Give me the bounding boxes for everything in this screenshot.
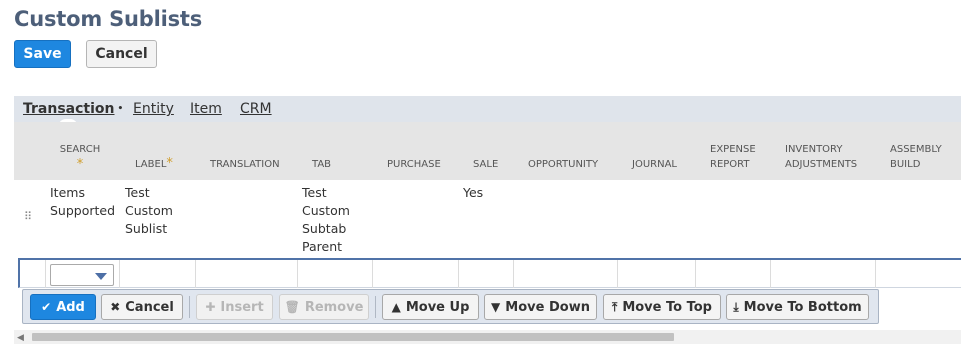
check-icon: ✔ (41, 300, 52, 314)
column-header-assembly-build[interactable]: ASSEMBLY BUILD (890, 142, 950, 172)
add-button[interactable]: ✔ Add (30, 294, 96, 320)
edit-row[interactable] (18, 258, 961, 288)
trash-icon: 🗑 (284, 300, 300, 314)
column-header-opportunity[interactable]: OPPORTUNITY (528, 157, 598, 172)
remove-button[interactable]: 🗑 Remove (279, 294, 369, 320)
x-icon: ✖ (110, 300, 121, 314)
tab-crm[interactable]: CRM (240, 101, 272, 117)
search-select[interactable] (50, 264, 114, 286)
move-to-top-button[interactable]: ⤒ Move To Top (603, 294, 721, 320)
column-header-search[interactable]: SEARCH * (59, 142, 101, 172)
drag-handle-icon[interactable]: ⠿ (24, 212, 32, 223)
sublist-tab-bar: Transaction • Entity Item CRM (14, 96, 961, 122)
move-to-bottom-button[interactable]: ⤓ Move To Bottom (726, 294, 869, 320)
column-header-purchase[interactable]: PURCHASE (387, 157, 441, 172)
column-header-translation[interactable]: TRANSLATION (210, 157, 280, 172)
cell-label: Test Custom Sublist (125, 185, 173, 236)
column-header-sale[interactable]: SALE (473, 157, 498, 172)
row-cancel-button[interactable]: ✖ Cancel (101, 294, 183, 320)
grid-header: SEARCH * LABEL* TRANSLATION TAB PURCHASE… (14, 122, 961, 180)
arrow-top-icon: ⤒ (612, 299, 618, 314)
column-header-tab[interactable]: TAB (312, 157, 331, 172)
tab-item[interactable]: Item (190, 101, 222, 117)
plus-icon: ✚ (205, 300, 216, 314)
table-row[interactable]: Items Supported Test Custom Sublist Test… (14, 180, 961, 258)
arrow-up-icon: ▲ (391, 300, 401, 314)
cell-sale: Yes (463, 185, 484, 200)
move-up-button[interactable]: ▲ Move Up (382, 294, 479, 320)
scroll-left-icon[interactable]: ◀ (17, 332, 24, 343)
column-header-label[interactable]: LABEL* (135, 156, 173, 172)
cell-search: Items Supported (50, 185, 116, 218)
cancel-button[interactable]: Cancel (86, 40, 157, 68)
row-actions-toolbar: ✔ Add ✖ Cancel ✚ Insert 🗑 Remove ▲ Move Up ▼ M… (22, 289, 879, 324)
tab-entity[interactable]: Entity (133, 101, 174, 117)
chevron-down-icon (95, 273, 107, 280)
column-header-journal[interactable]: JOURNAL (632, 157, 677, 172)
scrollbar-thumb[interactable] (32, 333, 674, 341)
insert-button[interactable]: ✚ Insert (196, 294, 273, 320)
save-button[interactable]: Save (14, 40, 71, 68)
page-title: Custom Sublists (14, 7, 203, 31)
arrow-bottom-icon: ⤓ (733, 299, 739, 314)
column-header-inventory-adjustments[interactable]: INVENTORY ADJUSTMENTS (785, 142, 875, 172)
column-header-expense-report[interactable]: EXPENSE REPORT (710, 142, 770, 172)
horizontal-scrollbar[interactable]: ◀ (14, 330, 961, 344)
cell-tab: Test Custom Subtab Parent (302, 185, 350, 254)
move-down-button[interactable]: ▼ Move Down (484, 294, 597, 320)
tab-transaction[interactable]: Transaction • (23, 101, 123, 117)
arrow-down-icon: ▼ (491, 300, 501, 314)
